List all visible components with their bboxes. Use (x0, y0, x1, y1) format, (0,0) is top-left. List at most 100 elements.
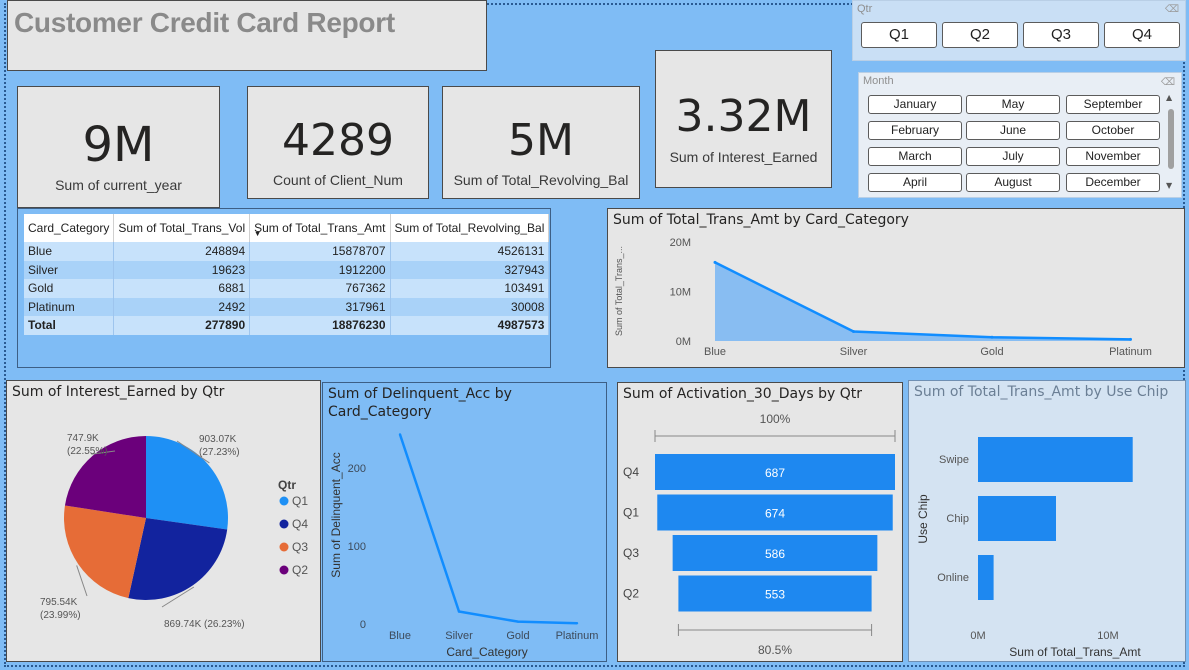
funnel-chart-svg: 100% 687 Q4 674 Q1 586 Q3 553 Q2 80.5% (623, 412, 896, 657)
y-axis-label: Use Chip (916, 494, 930, 544)
clear-selection-icon[interactable]: ⌫ (1165, 4, 1179, 15)
x-tick-label: 0M (970, 630, 985, 642)
matrix-cell: Total (24, 316, 115, 335)
slice-pct-label: (22.55%) (67, 446, 108, 457)
data-point (398, 433, 402, 436)
delinquent-line-visual[interactable]: Sum of Delinquent_Acc by Card_Category 0… (322, 382, 607, 662)
table-row[interactable]: Silver 19623 1912200 327943 (24, 260, 550, 279)
legend-title: Qtr (278, 478, 296, 492)
hbar (978, 437, 1133, 482)
kpi-label: Sum of current_year (55, 177, 182, 193)
matrix-cell: 317961 (249, 297, 391, 316)
y-axis-label: Sum of Delinquent_Acc (329, 452, 343, 577)
line-series (398, 434, 578, 625)
report-title: Customer Credit Card Report (14, 7, 395, 38)
month-option-june[interactable]: June (966, 121, 1060, 140)
matrix-header-row: Card_Category Sum of Total_Trans_Vol Sum… (24, 214, 550, 242)
matrix-cell: 4987573 (390, 316, 550, 335)
x-tick-label: Platinum (556, 630, 599, 642)
x-tick-label: Blue (389, 630, 411, 642)
matrix-cell: Platinum (24, 297, 115, 316)
matrix-cell: 327943 (390, 260, 550, 279)
matrix-cell: 19623 (113, 260, 251, 279)
matrix-cell: 248894 (113, 242, 251, 261)
usechip-chart-svg: Swipe Chip Online 0M 10M Sum of Total_Trans_A… (916, 437, 1141, 659)
kpi-client-num[interactable]: 4289 Count of Client_Num (247, 86, 429, 199)
month-option-april[interactable]: April (868, 173, 962, 192)
legend-label: Q1 (292, 494, 308, 508)
matrix-header[interactable]: Sum of Total_Revolving_Bal (390, 214, 550, 242)
month-slicer-title: Month (863, 75, 894, 87)
kpi-revolving-bal[interactable]: 5M Sum of Total_Revolving_Bal (442, 86, 640, 199)
matrix-header[interactable]: Sum of Total_Trans_Amt ▼ (249, 214, 391, 242)
funnel-bar-label: 687 (765, 466, 785, 480)
card-category-matrix: Card_Category Sum of Total_Trans_Vol Sum… (24, 214, 550, 335)
trans-amt-area-visual[interactable]: Sum of Total_Trans_Amt by Card_Category … (607, 208, 1185, 368)
table-row[interactable]: Gold 6881 767362 103491 (24, 279, 550, 298)
kpi-interest-earned[interactable]: 3.32M Sum of Interest_Earned (655, 50, 832, 188)
scroll-down-icon[interactable]: ▼ (1166, 181, 1172, 190)
legend-marker (279, 519, 289, 529)
month-option-january[interactable]: January (868, 95, 962, 114)
slice-data-label: 795.54K (40, 597, 78, 608)
data-point (852, 330, 855, 334)
matrix-cell: 6881 (113, 279, 251, 298)
matrix-cell: 2492 (113, 297, 251, 316)
month-option-may[interactable]: May (966, 95, 1060, 114)
y-tick-label: 20M (670, 237, 691, 249)
interest-pie-visual[interactable]: Sum of Interest_Earned by Qtr 903.07K (27… (6, 380, 321, 662)
month-scrollbar[interactable]: ▲ ▼ (1165, 93, 1177, 195)
kpi-label: Sum of Total_Revolving_Bal (453, 172, 629, 188)
kpi-current-year[interactable]: 9M Sum of current_year (17, 86, 220, 208)
matrix-cell: 15878707 (249, 242, 391, 261)
report-title-card: Customer Credit Card Report (7, 0, 487, 71)
data-point (457, 610, 461, 613)
qtr-option-q3[interactable]: Q3 (1023, 22, 1099, 48)
pie-chart-svg: 903.07K (27.23%) 869.74K (26.23%) 795.54K (2… (40, 433, 308, 630)
month-option-october[interactable]: October (1066, 121, 1160, 140)
area-chart-svg: 0M 10M 20M Sum of Total_Trans_... Blue Silver… (614, 237, 1152, 358)
month-option-february[interactable]: February (868, 121, 962, 140)
sort-desc-icon: ▼ (254, 231, 262, 238)
x-axis-label: Card_Category (446, 645, 527, 659)
scroll-thumb[interactable] (1168, 109, 1174, 169)
y-tick-label: 0M (676, 336, 691, 348)
funnel-top-label: 100% (760, 412, 791, 426)
month-option-november[interactable]: November (1066, 147, 1160, 166)
category-label: Q3 (623, 546, 639, 560)
matrix-total-row[interactable]: Total 277890 18876230 4987573 (24, 316, 550, 335)
month-option-december[interactable]: December (1066, 173, 1160, 192)
category-label: Chip (946, 513, 969, 525)
matrix-header[interactable]: Sum of Total_Trans_Vol (113, 214, 251, 242)
legend-marker (279, 542, 289, 552)
table-row[interactable]: Platinum 2492 317961 30008 (24, 297, 550, 316)
month-option-july[interactable]: July (966, 147, 1060, 166)
slice-data-label: 747.9K (67, 433, 99, 444)
qtr-option-q4[interactable]: Q4 (1104, 22, 1180, 48)
matrix-cell: Blue (24, 242, 115, 261)
clear-selection-icon[interactable]: ⌫ (1161, 77, 1175, 88)
qtr-slicer-title: Qtr (857, 3, 873, 15)
qtr-option-q1[interactable]: Q1 (861, 22, 937, 48)
matrix-cell: 103491 (390, 279, 550, 298)
matrix-header[interactable]: Card_Category (24, 214, 115, 242)
activation-funnel-visual[interactable]: Sum of Activation_30_Days by Qtr 100% 687… (617, 382, 903, 662)
qtr-option-q2[interactable]: Q2 (942, 22, 1018, 48)
category-label: Q2 (623, 587, 639, 601)
matrix-cell: 4526131 (390, 242, 550, 261)
month-option-september[interactable]: September (1066, 95, 1160, 114)
hbar (978, 496, 1056, 541)
month-option-august[interactable]: August (966, 173, 1060, 192)
matrix-cell: 18876230 (249, 316, 391, 335)
funnel-bar-label: 586 (765, 547, 785, 561)
table-row[interactable]: Blue 248894 15878707 4526131 (24, 242, 550, 261)
scroll-up-icon[interactable]: ▲ (1166, 93, 1172, 102)
y-tick-label: 10M (670, 287, 691, 299)
x-tick-label: Silver (445, 630, 473, 642)
usechip-bar-visual[interactable]: Sum of Total_Trans_Amt by Use Chip Swipe… (908, 380, 1186, 662)
data-point (990, 335, 994, 339)
data-point (516, 620, 520, 623)
month-option-march[interactable]: March (868, 147, 962, 166)
x-tick-label: Gold (980, 346, 1003, 358)
slice-data-label: 869.74K (26.23%) (164, 619, 245, 630)
